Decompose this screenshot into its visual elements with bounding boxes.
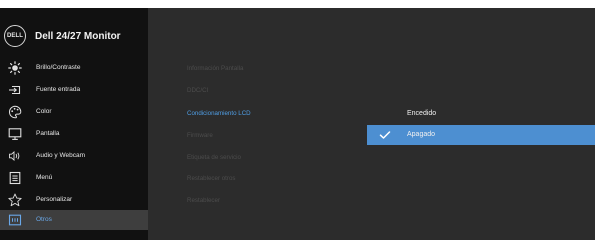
menu-icon — [9, 171, 21, 185]
nav-item-personalizar[interactable]: Personalizar — [0, 190, 148, 210]
submenu-restablecer[interactable]: Restablecer — [187, 196, 220, 206]
option-label: Encedido — [407, 110, 437, 117]
other-icon — [8, 214, 22, 226]
nav-item-menu[interactable]: Menú — [0, 168, 148, 188]
color-palette-icon — [9, 105, 22, 119]
nav-label: Otros — [36, 216, 52, 223]
submenu-firmware[interactable]: Firmware — [187, 131, 213, 141]
brand-header: DELL Dell 24/27 Monitor — [4, 18, 121, 54]
input-source-icon — [9, 85, 21, 95]
nav-item-fuente-entrada[interactable]: Fuente entrada — [0, 80, 148, 100]
nav-item-brillo-contraste[interactable]: Brillo/Contraste — [0, 58, 148, 78]
nav-label: Menú — [36, 174, 53, 181]
checkmark-icon — [379, 131, 391, 139]
option-label: Apagado — [407, 131, 436, 138]
submenu-etiqueta-servicio[interactable]: Etiqueta de servicio — [187, 153, 241, 163]
dell-logo: DELL — [4, 25, 26, 47]
option-apagado[interactable]: Apagado — [367, 125, 595, 145]
brightness-icon — [8, 61, 22, 75]
nav-item-audio-webcam[interactable]: Audio y Webcam — [0, 146, 148, 166]
nav-label: Color — [36, 108, 52, 115]
nav-item-color[interactable]: Color — [0, 102, 148, 122]
nav-item-otros[interactable]: Otros — [0, 210, 148, 230]
submenu-restablecer-otros[interactable]: Restablecer otros — [187, 174, 236, 184]
monitor-osd: DELL Dell 24/27 Monitor Brillo/Contraste… — [0, 0, 595, 240]
audio-webcam-icon — [9, 151, 20, 161]
star-icon — [8, 193, 22, 207]
nav-label: Brillo/Contraste — [36, 64, 81, 71]
nav-item-pantalla[interactable]: Pantalla — [0, 124, 148, 144]
nav-label: Pantalla — [36, 130, 60, 137]
option-encedido[interactable]: Encedido — [367, 104, 595, 124]
nav-label: Fuente entrada — [36, 86, 81, 93]
nav-label: Personalizar — [36, 196, 73, 203]
dell-logo-text: DELL — [6, 33, 24, 39]
model-title: Dell 24/27 Monitor — [35, 30, 121, 42]
nav-label: Audio y Webcam — [36, 152, 86, 159]
display-icon — [8, 128, 22, 140]
submenu-informacion-pantalla[interactable]: Información Pantalla — [187, 64, 243, 74]
submenu-condicionamiento-lcd[interactable]: Condicionamiento LCD — [187, 109, 251, 119]
submenu-ddc-ci[interactable]: DDC/CI — [187, 86, 208, 96]
